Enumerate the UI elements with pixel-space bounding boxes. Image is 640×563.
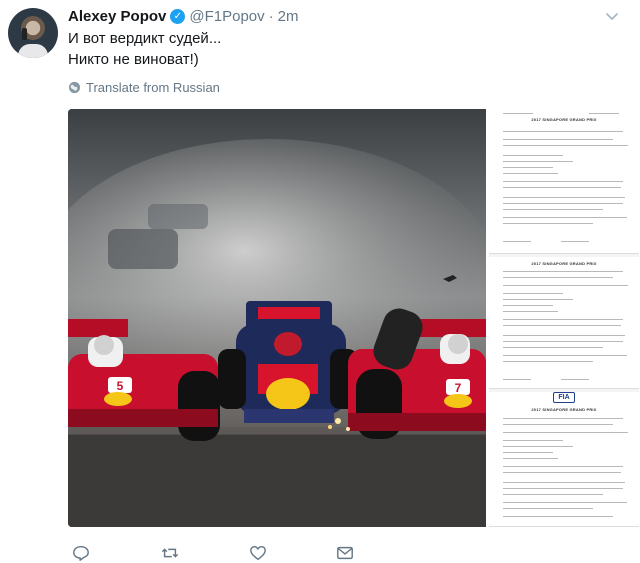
envelope-icon[interactable] bbox=[336, 544, 354, 562]
translate-link[interactable]: Translate from Russian bbox=[68, 80, 220, 95]
avatar[interactable] bbox=[8, 8, 58, 58]
tweet-photo[interactable]: 5 7 bbox=[68, 109, 486, 527]
separator-dot: · bbox=[268, 7, 274, 25]
display-name[interactable]: Alexey Popov bbox=[68, 8, 166, 25]
globe-icon bbox=[68, 81, 81, 94]
reply-icon[interactable] bbox=[72, 544, 90, 562]
tweet-text-line-1: И вот вердикт судей... bbox=[68, 30, 222, 47]
retweet-icon[interactable] bbox=[161, 544, 179, 562]
tweet-header: Alexey Popov ✓ @F1Popov · 2m bbox=[68, 6, 298, 26]
document-page-3: FIA 2017 SINGAPORE GRAND PRIX bbox=[489, 392, 639, 527]
microphone-icon bbox=[22, 28, 27, 40]
svg-text:7: 7 bbox=[455, 381, 462, 395]
document-title-3: 2017 SINGAPORE GRAND PRIX bbox=[531, 407, 597, 412]
timestamp[interactable]: 2m bbox=[278, 8, 299, 25]
race-crash-photo: 5 7 bbox=[68, 109, 486, 527]
tweet-actions bbox=[68, 538, 468, 563]
tweet-text: И вот вердикт судей... Никто не виноват!… bbox=[68, 28, 221, 70]
document-photo[interactable]: 2017 SINGAPORE GRAND PRIX 2017 SINGAPORE… bbox=[489, 109, 639, 527]
svg-text:5: 5 bbox=[117, 379, 124, 393]
translate-label[interactable]: Translate from Russian bbox=[86, 80, 220, 95]
verified-badge-icon: ✓ bbox=[170, 8, 186, 24]
chevron-down-icon[interactable] bbox=[604, 8, 620, 24]
fia-logo: FIA bbox=[553, 392, 575, 403]
document-title: 2017 SINGAPORE GRAND PRIX bbox=[531, 117, 597, 122]
document-title-2: 2017 SINGAPORE GRAND PRIX bbox=[531, 261, 597, 266]
document-page-2: 2017 SINGAPORE GRAND PRIX bbox=[489, 257, 639, 389]
avatar-shirt bbox=[18, 44, 48, 58]
heart-icon[interactable] bbox=[249, 544, 267, 562]
user-handle[interactable]: @F1Popov bbox=[189, 8, 264, 25]
document-page-1: 2017 SINGAPORE GRAND PRIX bbox=[489, 109, 639, 254]
tweet-text-line-2: Никто не виноват!) bbox=[68, 51, 199, 68]
